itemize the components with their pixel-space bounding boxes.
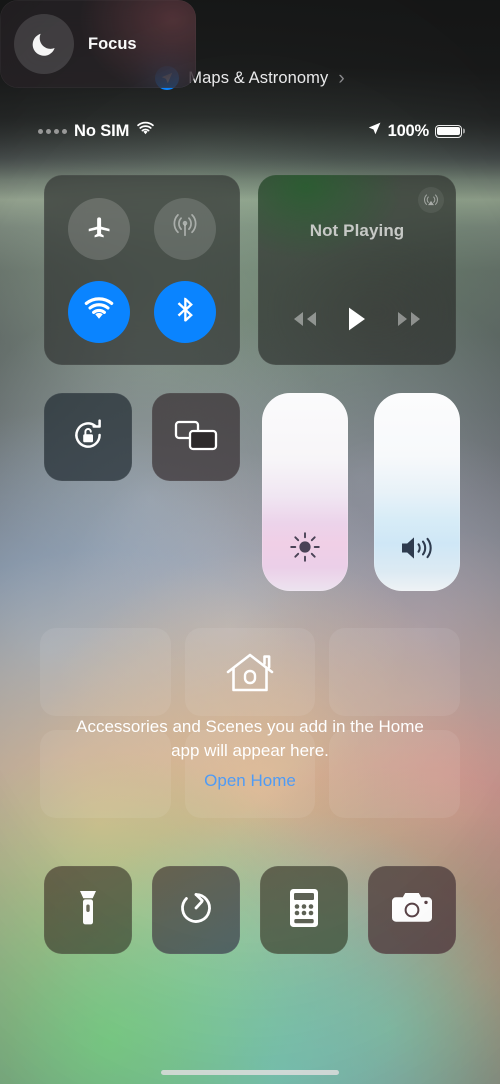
control-center-screen: Maps & Astronomy › No SIM 100% Not Playi… [0,0,500,1084]
media-player-module[interactable]: Not Playing [258,175,456,365]
battery-full-icon [435,124,462,138]
open-home-link[interactable]: Open Home [204,771,296,791]
connectivity-module[interactable] [44,175,240,365]
shortcut-row [44,866,456,954]
status-bar-right: 100% [367,121,462,141]
cellular-data-button[interactable] [154,197,216,260]
airplane-mode-button[interactable] [68,197,130,260]
home-indicator [161,1070,339,1075]
rotation-lock-icon [65,412,111,463]
media-title: Not Playing [309,221,405,240]
location-arrow-icon [367,121,382,141]
screen-mirroring-icon [172,416,220,459]
wifi-button[interactable] [68,280,130,343]
status-bar: No SIM 100% [0,118,500,144]
calculator-icon [287,887,321,934]
crescent-moon-icon [14,14,74,74]
camera-icon [389,889,435,932]
carrier-label: No SIM [74,121,130,140]
rewind-icon[interactable] [289,309,319,334]
airplane-icon [85,212,113,245]
volume-speaker-icon [398,532,436,569]
airplay-audio-icon[interactable] [418,187,444,213]
cellular-antenna-icon [170,211,200,246]
play-icon[interactable] [346,306,368,337]
wifi-icon [83,297,115,326]
volume-slider[interactable] [374,393,460,591]
home-section: Accessories and Scenes you add in the Ho… [40,628,460,818]
camera-button[interactable] [368,866,456,954]
rotation-lock-button[interactable] [44,393,132,481]
brightness-sun-icon [288,530,322,569]
battery-percent-label: 100% [387,121,430,140]
house-icon [224,650,276,701]
timer-button[interactable] [152,866,240,954]
fast-forward-icon[interactable] [395,309,425,334]
no-signal-dots-icon [38,128,67,134]
flashlight-icon [68,886,108,935]
focus-label: Focus [88,34,137,53]
bluetooth-button[interactable] [154,280,216,343]
flashlight-button[interactable] [44,866,132,954]
calculator-button[interactable] [260,866,348,954]
focus-button[interactable]: Focus [0,0,196,88]
brightness-slider[interactable] [262,393,348,591]
wifi-icon [136,121,155,141]
header-title: Maps & Astronomy [188,68,329,87]
status-bar-left: No SIM [38,121,155,141]
screen-mirroring-button[interactable] [152,393,240,481]
home-empty-message: Accessories and Scenes you add in the Ho… [76,717,424,761]
media-transport-controls[interactable] [258,306,456,337]
bluetooth-icon [171,295,199,328]
timer-icon [175,887,217,934]
chevron-right-icon: › [338,67,345,89]
